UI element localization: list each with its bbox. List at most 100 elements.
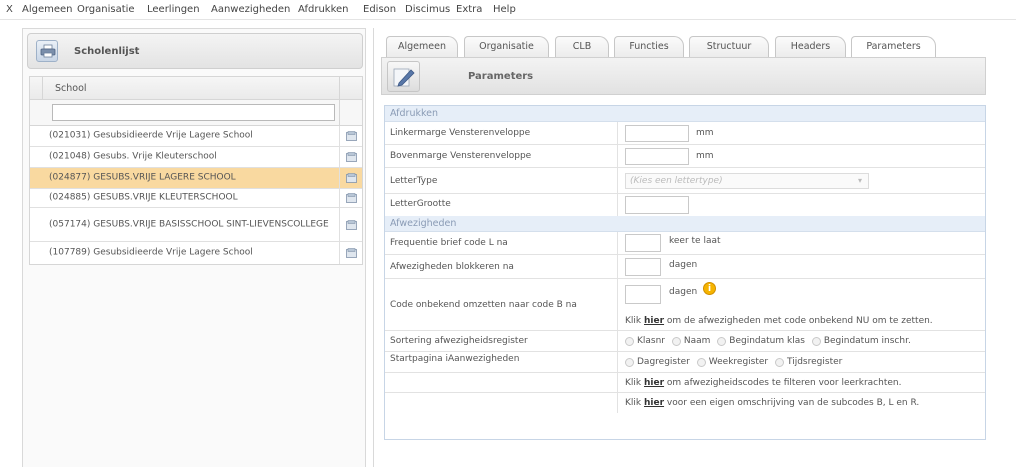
- filter-link-prefix: Klik: [625, 378, 642, 388]
- block-label: Afwezigheden blokkeren na: [390, 262, 514, 272]
- font-type-row: LetterType (Kies een lettertype) ▾: [385, 168, 985, 194]
- school-name: (024877) GESUBS.VRIJE LAGERE SCHOOL: [49, 172, 236, 183]
- tab-structuur[interactable]: Structuur: [689, 36, 769, 57]
- menu-bar: X Algemeen Organisatie Leerlingen Aanwez…: [0, 0, 1016, 20]
- left-margin-label: Linkermarge Vensterenveloppe: [390, 128, 531, 138]
- sort-radio-begindatum-klas[interactable]: Begindatum klas: [717, 336, 805, 346]
- filter-link-row: Klik hier om afwezigheidscodes te filter…: [385, 373, 985, 393]
- font-size-input[interactable]: [625, 196, 689, 214]
- school-list-panel: Scholenlijst School (021031) Gesubsidiee…: [22, 28, 366, 467]
- menu-organisatie[interactable]: Organisatie: [77, 4, 135, 15]
- menu-extra[interactable]: Extra: [456, 4, 482, 15]
- sort-radio-begindatum-inschr[interactable]: Begindatum inschr.: [811, 336, 911, 346]
- school-row[interactable]: (107789) Gesubsidieerde Vrije Lagere Sch…: [30, 242, 362, 264]
- start-row: Startpagina iAanwezigheden Dagregister W…: [385, 352, 985, 373]
- filter-row: [30, 100, 362, 126]
- section-afdrukken: Afdrukken: [385, 106, 985, 122]
- school-row[interactable]: (057174) GESUBS.VRIJE BASISSCHOOL SINT-L…: [30, 208, 362, 242]
- school-name: (057174) GESUBS.VRIJE BASISSCHOOL SINT-L…: [49, 219, 329, 229]
- start-label: Startpagina iAanwezigheden: [390, 354, 520, 364]
- subcode-desc-line: Klik hier voor een eigen omschrijving va…: [625, 398, 919, 408]
- school-details-icon[interactable]: [346, 131, 357, 141]
- font-size-row: LetterGrootte: [385, 194, 985, 216]
- printer-icon: [36, 40, 58, 62]
- school-table: School (021031) Gesubsidieerde Vrije Lag…: [29, 76, 363, 265]
- code-convert-link[interactable]: hier: [644, 316, 664, 326]
- font-type-select[interactable]: (Kies een lettertype) ▾: [625, 173, 869, 189]
- code-label: Code onbekend omzetten naar code B na: [390, 300, 577, 310]
- menu-leerlingen[interactable]: Leerlingen: [147, 4, 200, 15]
- school-name: (107789) Gesubsidieerde Vrije Lagere Sch…: [49, 247, 253, 258]
- school-filter-input[interactable]: [52, 104, 335, 121]
- sort-radio-klasnr[interactable]: Klasnr: [625, 336, 665, 346]
- tab-parameters[interactable]: Parameters: [851, 36, 936, 58]
- code-input[interactable]: [625, 285, 661, 304]
- sort-radio-naam[interactable]: Naam: [671, 336, 710, 346]
- sort-radio-group: Klasnr Naam Begindatum klas Begindatum i…: [625, 336, 915, 349]
- block-unit: dagen: [669, 260, 698, 270]
- start-radio-group: Dagregister Weekregister Tijdsregister: [625, 357, 846, 370]
- left-margin-input[interactable]: [625, 125, 689, 142]
- school-details-icon[interactable]: [346, 173, 357, 183]
- start-radio-dagregister[interactable]: Dagregister: [625, 357, 690, 367]
- info-icon[interactable]: i: [703, 282, 716, 295]
- chevron-down-icon: ▾: [857, 176, 862, 185]
- code-unit: dagen: [669, 287, 698, 297]
- desc-link-suffix: voor een eigen omschrijving van de subco…: [666, 398, 920, 408]
- start-radio-weekregister[interactable]: Weekregister: [696, 357, 768, 367]
- top-margin-row: Bovenmarge Vensterenveloppe mm: [385, 145, 985, 168]
- school-row[interactable]: (021048) Gesubs. Vrije Kleuterschool: [30, 147, 362, 168]
- menu-aanwezigheden[interactable]: Aanwezigheden: [211, 4, 290, 15]
- school-name: (021048) Gesubs. Vrije Kleuterschool: [49, 151, 217, 162]
- parameters-title: Parameters: [468, 71, 534, 82]
- sort-row: Sortering afwezigheidsregister Klasnr Na…: [385, 331, 985, 352]
- font-type-placeholder: (Kies een lettertype): [630, 176, 723, 186]
- tab-algemeen[interactable]: Algemeen: [386, 36, 458, 57]
- top-margin-label: Bovenmarge Vensterenveloppe: [390, 151, 532, 161]
- school-row[interactable]: (024885) GESUBS.VRIJE KLEUTERSCHOOL: [30, 189, 362, 208]
- filter-codes-line: Klik hier om afwezigheidscodes te filter…: [625, 378, 901, 388]
- menu-edison[interactable]: Edison: [363, 4, 396, 15]
- school-details-panel: Algemeen Organisatie CLB Functies Struct…: [373, 28, 1016, 467]
- school-details-icon[interactable]: [346, 193, 357, 203]
- tab-headers[interactable]: Headers: [775, 36, 846, 57]
- filter-codes-link[interactable]: hier: [644, 378, 664, 388]
- parameters-form: Afdrukken Linkermarge Vensterenveloppe m…: [384, 105, 986, 440]
- freq-input[interactable]: [625, 234, 661, 252]
- school-column-header[interactable]: School: [30, 77, 362, 100]
- tab-organisatie[interactable]: Organisatie: [464, 36, 549, 57]
- code-link-prefix: Klik: [625, 316, 642, 326]
- start-radio-tijdsregister[interactable]: Tijdsregister: [775, 357, 842, 367]
- school-details-icon[interactable]: [346, 219, 357, 230]
- desc-link-prefix: Klik: [625, 398, 642, 408]
- parameters-header: Parameters: [381, 57, 986, 95]
- menu-afdrukken[interactable]: Afdrukken: [298, 4, 349, 15]
- font-type-label: LetterType: [390, 176, 438, 186]
- subcode-desc-link[interactable]: hier: [644, 398, 664, 408]
- desc-link-row: Klik hier voor een eigen omschrijving va…: [385, 393, 985, 413]
- tab-functies[interactable]: Functies: [614, 36, 684, 57]
- font-size-label: LetterGrootte: [390, 199, 451, 209]
- freq-label: Frequentie brief code L na: [390, 238, 508, 248]
- top-margin-unit: mm: [696, 151, 714, 161]
- block-row: Afwezigheden blokkeren na dagen: [385, 255, 985, 279]
- menu-help[interactable]: Help: [493, 4, 516, 15]
- school-list-header: Scholenlijst: [27, 33, 363, 69]
- filter-link-suffix: om afwezigheidscodes te filteren voor le…: [666, 378, 902, 388]
- school-row-selected[interactable]: (024877) GESUBS.VRIJE LAGERE SCHOOL: [30, 168, 362, 189]
- freq-unit: keer te laat: [669, 236, 721, 246]
- school-details-icon[interactable]: [346, 248, 357, 258]
- menu-discimus[interactable]: Discimus: [405, 4, 450, 15]
- school-name: (021031) Gesubsidieerde Vrije Lagere Sch…: [49, 130, 253, 141]
- block-input[interactable]: [625, 258, 661, 276]
- school-row[interactable]: (021031) Gesubsidieerde Vrije Lagere Sch…: [30, 126, 362, 147]
- top-margin-input[interactable]: [625, 148, 689, 165]
- menu-algemeen[interactable]: Algemeen: [22, 4, 73, 15]
- menu-close[interactable]: X: [6, 4, 13, 15]
- code-convert-line: Klik hier om de afwezigheden met code on…: [625, 316, 933, 326]
- left-margin-unit: mm: [696, 128, 714, 138]
- tab-clb[interactable]: CLB: [555, 36, 609, 57]
- code-row: Code onbekend omzetten naar code B na da…: [385, 279, 985, 331]
- school-details-icon[interactable]: [346, 152, 357, 162]
- school-name: (024885) GESUBS.VRIJE KLEUTERSCHOOL: [49, 192, 238, 203]
